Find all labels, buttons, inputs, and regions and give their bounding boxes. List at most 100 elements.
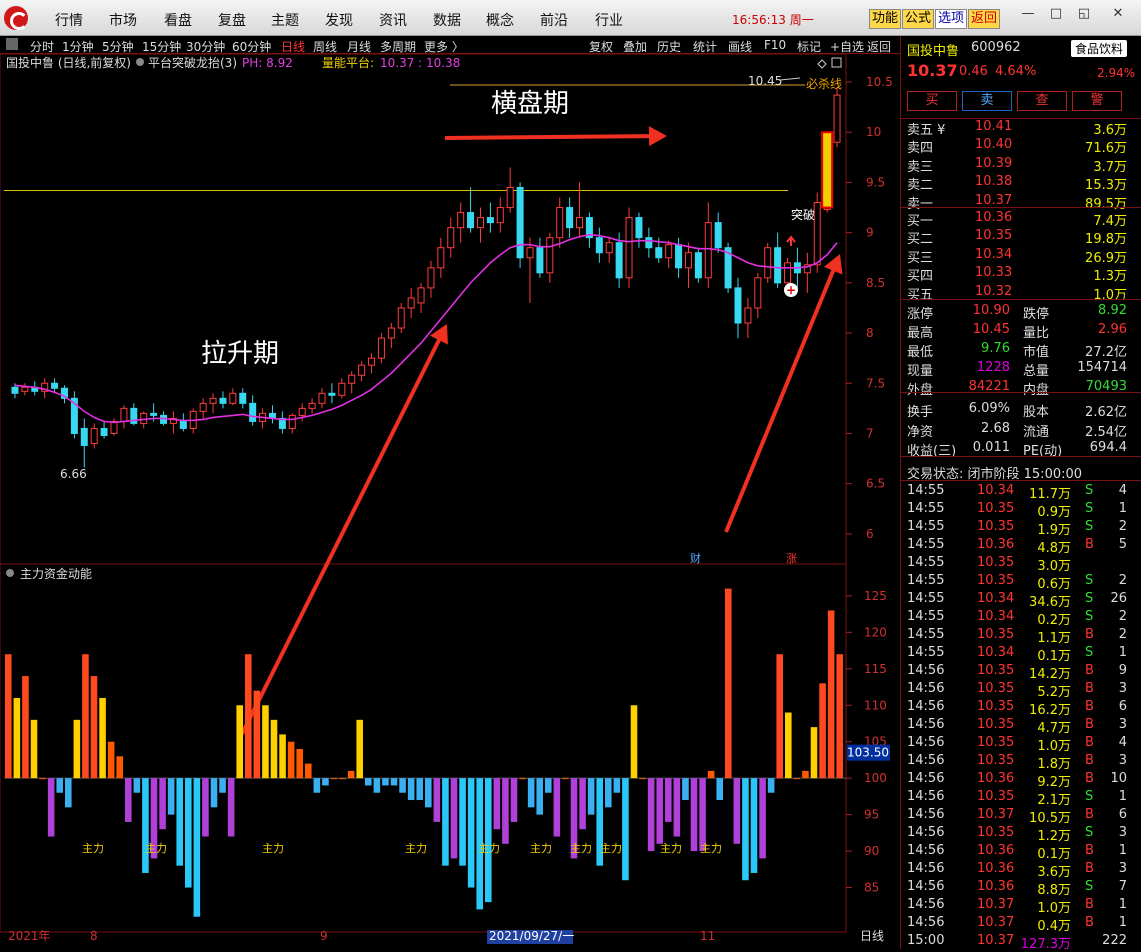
period-tab[interactable]: 周线 [313,38,337,55]
momentum-bar[interactable] [519,778,526,780]
momentum-bar[interactable] [305,763,312,779]
momentum-bar[interactable] [733,778,741,844]
momentum-bar[interactable] [725,588,732,779]
menu-item[interactable]: 市场 [109,10,137,30]
momentum-bar[interactable] [236,705,243,779]
tool-button[interactable]: 历史 [657,38,681,55]
candle[interactable] [546,237,554,274]
candle[interactable] [457,212,465,229]
candle[interactable] [675,244,683,269]
tool-button[interactable]: 统计 [693,38,717,55]
momentum-bar[interactable] [330,778,338,780]
candle[interactable] [734,287,742,324]
period-tab[interactable]: 更多 〉 [424,38,464,55]
tool-button[interactable]: 复权 [589,38,613,55]
tool-button[interactable]: 画线 [728,38,752,55]
tool-button[interactable]: F10 [764,38,786,52]
menu-item[interactable]: 前沿 [540,10,568,30]
candle[interactable] [90,427,98,445]
momentum-bar[interactable] [545,778,552,793]
period-tab[interactable]: 分时 [30,38,54,55]
candle[interactable] [714,222,722,249]
momentum-bar[interactable] [39,778,46,780]
candle[interactable] [209,397,217,404]
candle[interactable] [120,407,128,422]
panel-toggle-icon[interactable] [6,38,18,50]
maximize-icon[interactable]: □ [1046,6,1066,24]
candle[interactable] [615,242,623,279]
tool-button[interactable]: 叠加 [623,38,647,55]
candle[interactable] [486,217,494,224]
momentum-bar[interactable] [810,727,818,779]
candle[interactable] [368,357,376,366]
panel-max-icon[interactable] [831,57,842,68]
candle[interactable] [80,427,88,447]
momentum-bar[interactable] [639,778,646,780]
top-button[interactable]: 选项 [935,9,968,29]
momentum-bar[interactable] [322,778,329,786]
candle[interactable] [51,382,59,389]
candle[interactable] [249,402,257,422]
momentum-bar[interactable] [836,654,843,779]
diamond-icon[interactable] [817,59,827,69]
momentum-bar[interactable] [390,778,398,786]
momentum-bar[interactable] [279,734,286,779]
candle[interactable] [348,374,356,384]
restore-icon[interactable]: ◱ [1074,6,1094,24]
momentum-bar[interactable] [467,778,475,888]
momentum-bar[interactable] [656,778,663,844]
momentum-bar[interactable] [802,770,809,779]
candle[interactable] [635,217,643,239]
candle[interactable] [298,407,306,416]
momentum-bar[interactable] [82,654,89,779]
candle[interactable] [179,420,187,429]
candle[interactable] [833,94,841,143]
tool-button[interactable]: 返回 [867,38,891,55]
momentum-bar[interactable] [219,778,226,793]
momentum-bar[interactable] [793,778,801,780]
candle[interactable] [100,427,108,436]
cai-marker[interactable]: 财 [690,551,701,565]
candle[interactable] [199,402,207,412]
candle[interactable] [506,186,514,209]
tool-button[interactable]: +自选 [830,38,864,55]
momentum-bar[interactable] [116,756,123,779]
momentum-bar[interactable] [459,778,466,866]
momentum-bar[interactable] [313,778,321,793]
menu-item[interactable]: 数据 [433,10,461,30]
candle[interactable] [150,412,158,416]
momentum-bar[interactable] [125,778,132,822]
period-tab[interactable]: 月线 [347,38,371,55]
momentum-bar[interactable] [605,778,612,808]
candle[interactable] [308,402,316,409]
menu-item[interactable]: 发现 [325,10,353,30]
candle[interactable] [576,217,584,229]
momentum-bar[interactable] [433,778,441,822]
candle[interactable] [645,237,653,249]
close-icon[interactable]: ✕ [1108,6,1128,24]
momentum-bar[interactable] [587,778,595,815]
momentum-bar[interactable] [56,778,63,793]
momentum-bar[interactable] [202,778,209,837]
candle[interactable] [427,267,435,289]
momentum-bar[interactable] [176,778,183,866]
momentum-bar[interactable] [630,705,638,779]
candle[interactable] [387,327,395,339]
momentum-bar[interactable] [527,778,535,808]
candle[interactable] [21,386,29,392]
momentum-bar[interactable] [827,610,835,779]
momentum-bar[interactable] [287,741,295,779]
menu-item[interactable]: 主题 [271,10,299,30]
momentum-bar[interactable] [493,778,501,830]
momentum-bar[interactable] [647,778,655,852]
candle[interactable] [774,247,782,284]
momentum-bar[interactable] [399,778,406,793]
candle[interactable] [516,186,524,259]
momentum-bar[interactable] [407,778,415,801]
top-button[interactable]: 功能 [869,9,902,29]
candle[interactable] [784,262,792,284]
candle[interactable] [397,307,405,329]
candle[interactable] [684,252,692,269]
momentum-bar[interactable] [682,778,689,801]
candle[interactable] [476,217,484,229]
